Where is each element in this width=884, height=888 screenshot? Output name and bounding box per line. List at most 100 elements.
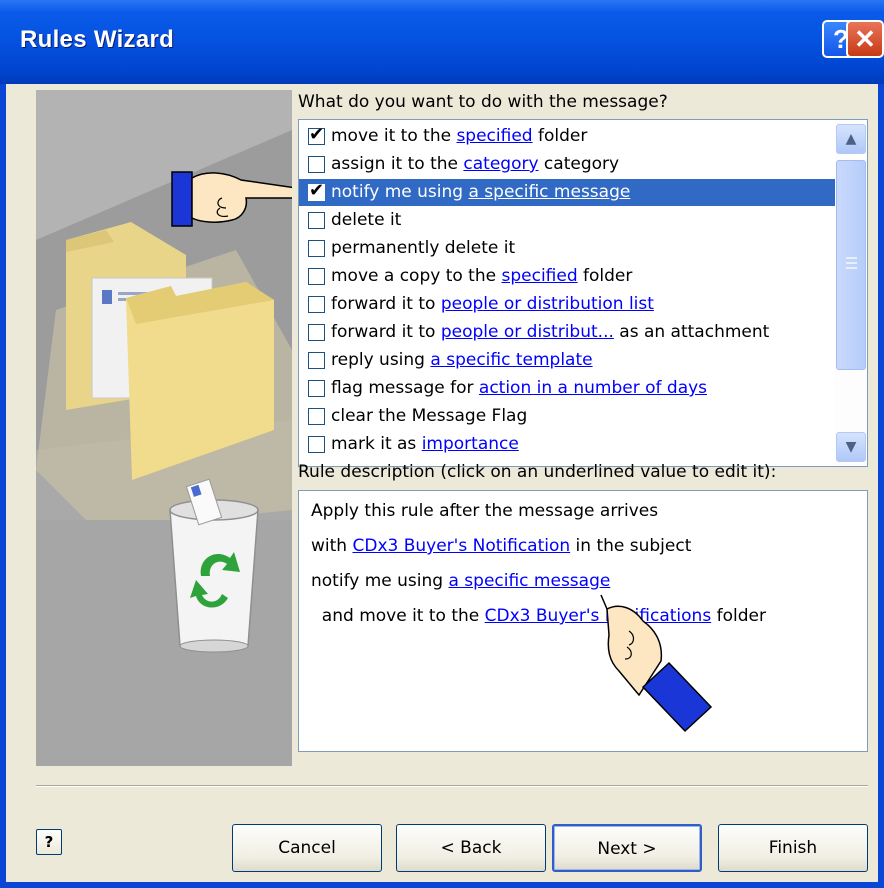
action-text: move a copy to the specified folder xyxy=(331,263,632,290)
checkmark-icon: ✔ xyxy=(309,124,325,145)
footer-divider xyxy=(36,785,868,787)
scroll-down-button[interactable]: ▼ xyxy=(836,432,866,462)
action-text: flag message for action in a number of d… xyxy=(331,375,707,402)
action-option[interactable]: assign it to the category category xyxy=(299,151,835,178)
rule-text-suffix: in the subject xyxy=(570,536,692,556)
action-checkbox[interactable] xyxy=(308,436,325,453)
title-bar[interactable]: Rules Wizard ? ✕ xyxy=(0,0,884,84)
action-value-link[interactable]: people or distribut... xyxy=(441,322,614,342)
action-value-link[interactable]: action in a number of days xyxy=(479,378,707,398)
vertical-scrollbar[interactable]: ▲ ▼ xyxy=(835,120,867,466)
action-text-prefix: reply using xyxy=(331,350,431,370)
scroll-thumb[interactable] xyxy=(836,160,866,370)
action-text-prefix: flag message for xyxy=(331,378,479,398)
action-text-prefix: move it to the xyxy=(331,126,457,146)
action-value-link[interactable]: category xyxy=(463,154,538,174)
action-text-prefix: mark it as xyxy=(331,434,422,454)
action-text-prefix: move a copy to the xyxy=(331,266,502,286)
action-text-suffix: as an attachment xyxy=(613,322,770,342)
action-option[interactable]: clear the Message Flag xyxy=(299,403,835,430)
action-text-prefix: delete it xyxy=(331,210,402,230)
rule-text-suffix: folder xyxy=(711,606,766,626)
recycle-bin-icon xyxy=(169,478,259,653)
action-text: forward it to people or distribut... as … xyxy=(331,319,769,346)
action-option[interactable]: mark it as importance xyxy=(299,431,835,458)
rule-description-line: Apply this rule after the message arrive… xyxy=(311,501,658,521)
back-button[interactable]: < Back xyxy=(396,824,546,872)
rule-text: Apply this rule after the message arrive… xyxy=(311,501,659,521)
actions-list[interactable]: mark it as importance clear the Message F… xyxy=(298,119,868,467)
action-checkbox[interactable] xyxy=(308,240,325,257)
rule-description-box[interactable]: and move it to the CDx3 Buyer's Notifica… xyxy=(298,490,868,752)
action-text-prefix: permanently delete it xyxy=(331,238,516,258)
action-text: forward it to people or distribution lis… xyxy=(331,291,654,318)
action-text: permanently delete it xyxy=(331,235,515,262)
action-value-link[interactable]: specified xyxy=(501,266,577,286)
action-option[interactable]: flag message for action in a number of d… xyxy=(299,375,835,402)
rule-value-link[interactable]: CDx3 Buyer's Notification xyxy=(352,536,570,556)
action-text-prefix: clear the Message Flag xyxy=(331,406,528,426)
action-option[interactable]: reply using a specific template xyxy=(299,347,835,374)
rule-value-link[interactable]: a specific message xyxy=(448,571,610,591)
action-text-prefix: forward it to xyxy=(331,294,441,314)
help-button[interactable]: ? xyxy=(36,829,62,855)
action-value-link[interactable]: people or distribution list xyxy=(441,294,654,314)
chevron-up-icon: ▲ xyxy=(845,131,857,147)
cancel-button[interactable]: Cancel xyxy=(232,824,382,872)
chevron-down-icon: ▼ xyxy=(845,439,857,455)
action-text-prefix: notify me using xyxy=(331,182,469,202)
action-text: delete it xyxy=(331,207,401,234)
action-value-link[interactable]: importance xyxy=(422,434,519,454)
checkmark-icon: ✔ xyxy=(309,180,325,201)
rule-text: and move it to the xyxy=(311,606,485,626)
next-button[interactable]: Next > xyxy=(552,824,702,872)
action-text-prefix: forward it to xyxy=(331,322,441,342)
rule-text: with xyxy=(311,536,353,556)
rule-description-label: Rule description (click on an underlined… xyxy=(298,462,777,482)
window-title: Rules Wizard xyxy=(20,26,175,53)
action-checkbox[interactable]: ✔ xyxy=(308,124,325,145)
folders-and-recycle-bin-illustration xyxy=(36,90,292,766)
action-option[interactable]: forward it to people or distribut... as … xyxy=(299,319,835,346)
action-value-link[interactable]: specified xyxy=(456,126,532,146)
action-checkbox[interactable] xyxy=(308,408,325,425)
action-value-link[interactable]: a specific message xyxy=(468,182,630,202)
action-checkbox[interactable] xyxy=(308,268,325,285)
scroll-up-button[interactable]: ▲ xyxy=(836,124,866,154)
rule-description-line: notify me using a specific message xyxy=(311,571,610,591)
pointing-hand-icon xyxy=(600,594,713,733)
action-text-prefix: assign it to the xyxy=(331,154,464,174)
action-option[interactable]: permanently delete it xyxy=(299,235,835,262)
action-checkbox[interactable] xyxy=(308,296,325,313)
action-text: assign it to the category category xyxy=(331,151,619,178)
action-text: reply using a specific template xyxy=(331,347,593,374)
action-checkbox[interactable] xyxy=(308,324,325,341)
close-icon: ✕ xyxy=(854,24,876,54)
action-text-suffix: folder xyxy=(532,126,588,146)
rules-wizard-window: Rules Wizard ? ✕ What do you want to do … xyxy=(0,0,884,888)
actions-prompt: What do you want to do with the message? xyxy=(298,92,668,112)
action-checkbox[interactable] xyxy=(308,212,325,229)
rule-description-line: with CDx3 Buyer's Notification in the su… xyxy=(311,536,691,556)
action-text-suffix: folder xyxy=(577,266,633,286)
action-option[interactable]: move a copy to the specified folder xyxy=(299,263,835,290)
action-option[interactable]: ✔ notify me using a specific message xyxy=(299,179,835,206)
action-text: notify me using a specific message xyxy=(331,179,630,206)
action-option[interactable]: ✔ move it to the specified folder xyxy=(299,123,835,150)
action-option[interactable]: forward it to people or distribution lis… xyxy=(299,291,835,318)
close-button[interactable]: ✕ xyxy=(846,20,884,58)
action-value-link[interactable]: a specific template xyxy=(430,350,592,370)
action-checkbox[interactable] xyxy=(308,380,325,397)
action-text: clear the Message Flag xyxy=(331,403,527,430)
dialog-body: What do you want to do with the message?… xyxy=(6,84,878,882)
finish-button[interactable]: Finish xyxy=(718,824,868,872)
action-text: move it to the specified folder xyxy=(331,123,587,150)
rule-text: notify me using xyxy=(311,571,449,591)
action-checkbox[interactable]: ✔ xyxy=(308,180,325,201)
action-option[interactable]: delete it xyxy=(299,207,835,234)
action-checkbox[interactable] xyxy=(308,352,325,369)
action-text: mark it as importance xyxy=(331,431,519,458)
action-text-suffix: category xyxy=(538,154,620,174)
action-checkbox[interactable] xyxy=(308,156,325,173)
help-icon: ? xyxy=(44,833,54,851)
